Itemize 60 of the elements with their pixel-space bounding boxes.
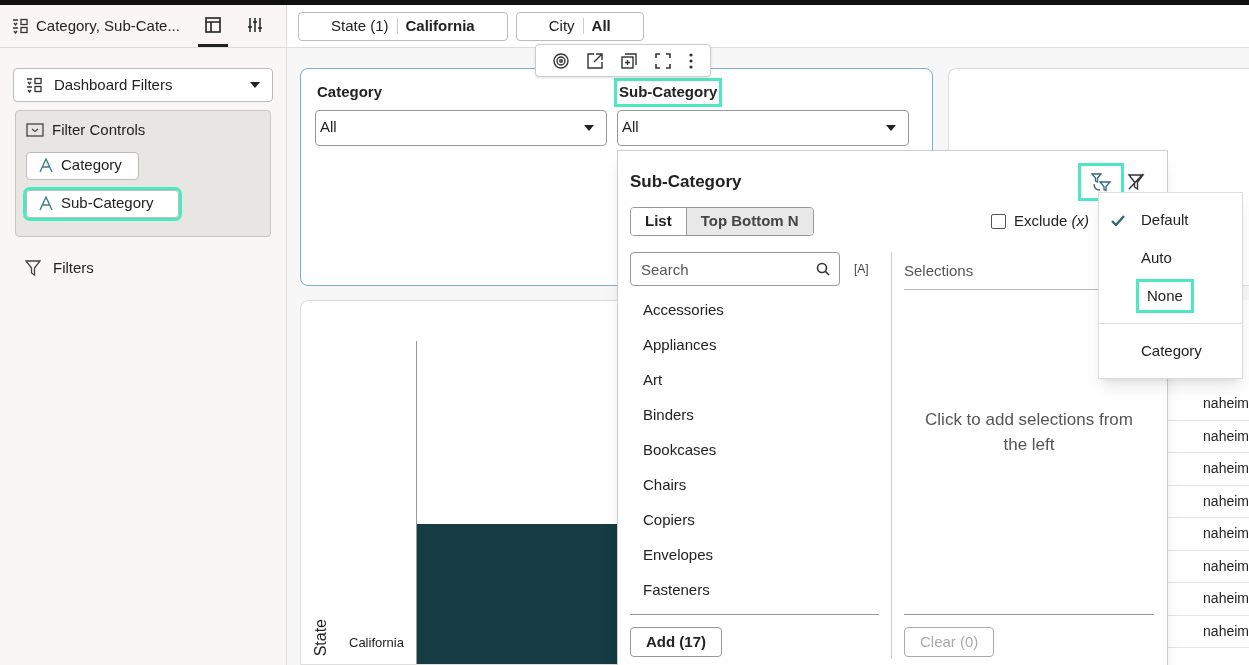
filter-controls-title: Filter Controls (52, 120, 146, 140)
menu-item[interactable]: Default (1139, 205, 1191, 235)
caret-icon (250, 82, 260, 88)
filter-control-item[interactable]: Sub-Category (26, 189, 179, 218)
table-cell-text: naheim (1203, 491, 1249, 511)
exclude-checkbox[interactable]: Exclude (x) (990, 210, 1089, 233)
list-item[interactable]: Art (630, 363, 879, 398)
caret-icon (584, 124, 594, 131)
filter-list-icon (12, 18, 28, 34)
filter-control-item[interactable]: Category (26, 151, 139, 180)
list-item[interactable]: Bookcases (630, 433, 879, 468)
table-cell-text: naheim (1203, 556, 1249, 576)
fullscreen-icon[interactable] (655, 52, 671, 69)
menu-item[interactable]: Category (1139, 336, 1204, 366)
filter-select[interactable]: All (617, 109, 909, 146)
list-item[interactable]: Copiers (630, 503, 879, 538)
table-cell-text: naheim (1203, 394, 1249, 414)
list-item[interactable]: Binders (630, 398, 879, 433)
filter-pill[interactable]: City All (515, 11, 644, 41)
linked-filters-icon (1090, 172, 1112, 192)
caret-icon (886, 124, 896, 131)
table-cell-text: naheim (1203, 621, 1249, 641)
mode-tab[interactable]: Top Bottom N (685, 208, 813, 235)
check-icon (1111, 214, 1125, 226)
export-icon[interactable] (587, 52, 603, 69)
collapse-box-icon (26, 123, 44, 138)
filter-select[interactable]: All (315, 109, 607, 146)
sidebar-title: Category, Sub-Cate... (36, 15, 180, 36)
search-icon (816, 262, 830, 276)
list-item[interactable]: Accessories (630, 293, 879, 328)
filter-label: Category (316, 82, 384, 102)
table-cell-text: naheim (1203, 459, 1249, 479)
filter-label: Sub-Category (617, 81, 720, 104)
list-item[interactable]: Fasteners (630, 573, 879, 608)
axis-title: State (313, 618, 329, 656)
filter-list-icon (26, 77, 42, 93)
more-icon[interactable] (689, 52, 693, 69)
list-item[interactable]: Appliances (630, 328, 879, 363)
target-icon[interactable] (553, 52, 569, 69)
table-cell-text: naheim (1203, 426, 1249, 446)
list-item[interactable]: Chairs (630, 468, 879, 503)
text-attribute-icon (39, 196, 53, 211)
sliders-icon (247, 16, 263, 33)
layout-icon (205, 16, 221, 33)
table-cell-text: naheim (1203, 524, 1249, 544)
dashboard-filters-dropdown[interactable]: Dashboard Filters (13, 68, 273, 102)
add-button[interactable]: Add (17) (630, 627, 722, 657)
search-field[interactable]: Search (630, 252, 840, 286)
filters-item[interactable]: Filters (13, 256, 106, 279)
filter-pill[interactable]: State (1) California (298, 11, 508, 41)
text-attribute-icon (39, 158, 53, 173)
empty-message: Click to add selections from the left (924, 408, 1134, 456)
axis-label: California (349, 633, 404, 652)
duplicate-icon[interactable] (621, 52, 637, 69)
table-cell-text: naheim (1203, 589, 1249, 609)
list-item[interactable]: Envelopes (630, 538, 879, 573)
filter-off-icon (1127, 173, 1145, 191)
case-toggle[interactable]: [A] (854, 260, 869, 278)
filter-icon (25, 259, 41, 276)
popup-title: Sub-Category (630, 171, 742, 194)
